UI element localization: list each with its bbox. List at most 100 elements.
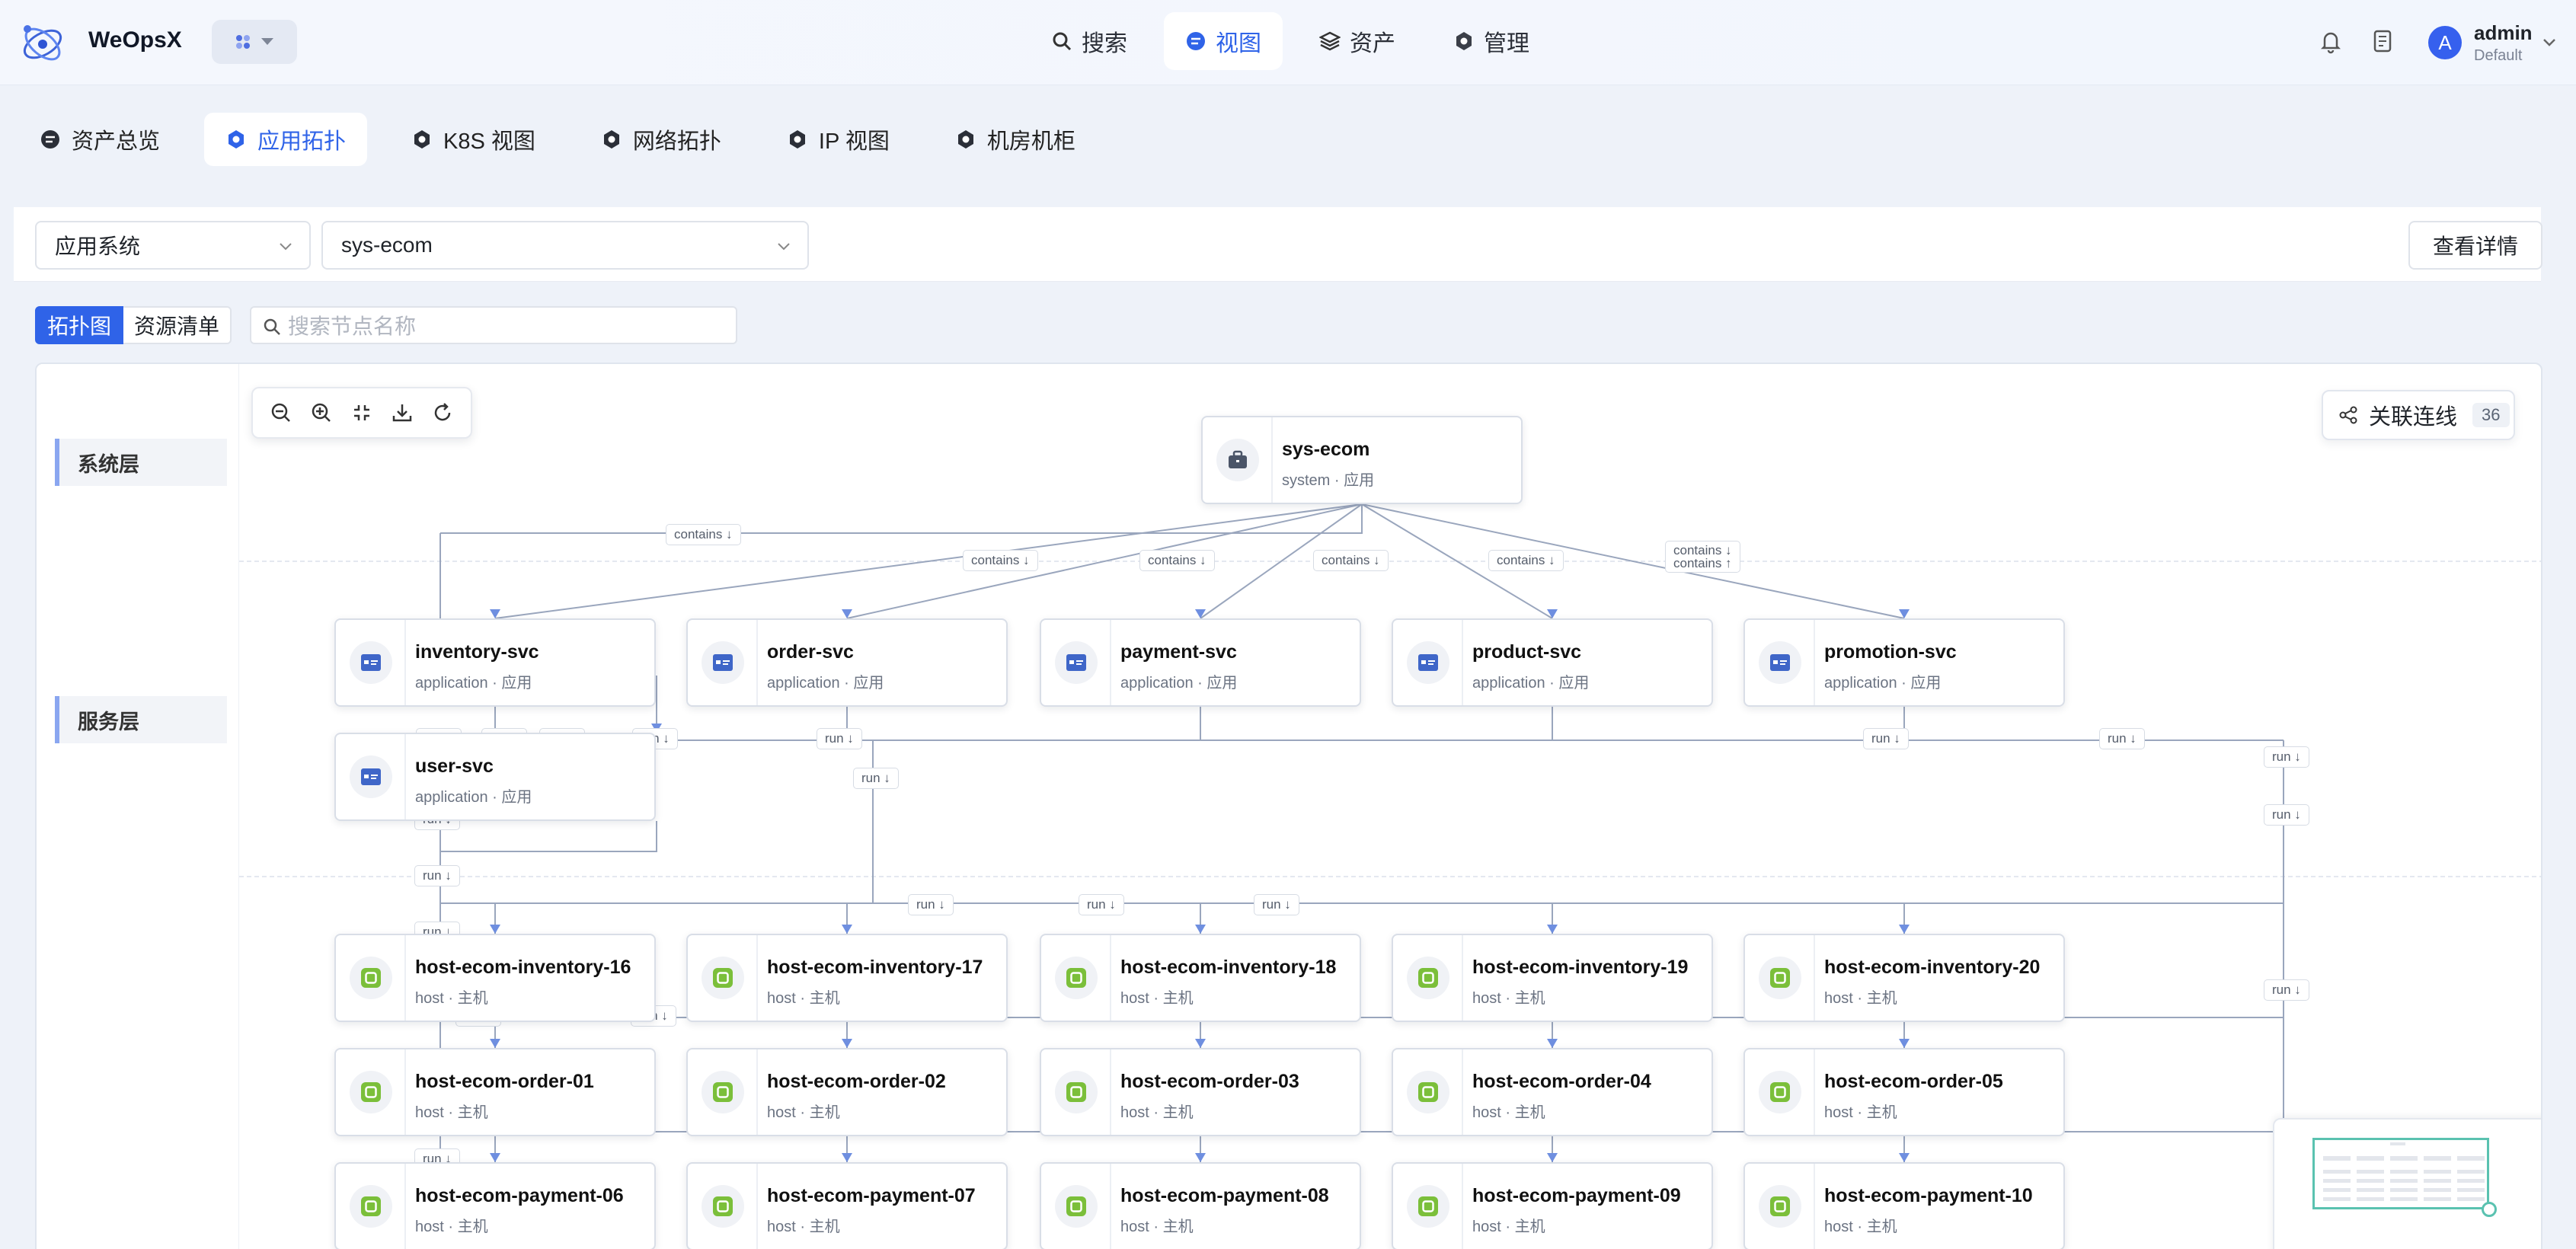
host-icon (350, 1071, 392, 1113)
node-title: payment-svc (1120, 641, 1237, 663)
node-service-product-svc[interactable]: product-svc application · 应用 (1392, 618, 1713, 707)
node-host-host-ecom-payment-10[interactable]: host-ecom-payment-10 host · 主机 (1743, 1162, 2065, 1249)
edge-label: run ↓ (1863, 728, 1909, 749)
node-service-payment-svc[interactable]: payment-svc application · 应用 (1040, 618, 1361, 707)
node-host-host-ecom-inventory-17[interactable]: host-ecom-inventory-17 host · 主机 (686, 934, 1008, 1022)
node-divider (404, 935, 406, 1021)
search-icon (264, 318, 280, 335)
weopsx-logo-icon[interactable] (17, 18, 69, 67)
avatar[interactable]: A (2428, 26, 2462, 59)
edge-label: contains ↓ (1139, 550, 1215, 571)
relation-lines-button[interactable]: 关联连线 36 (2322, 390, 2515, 440)
top-bar: WeOpsX 搜索 视图 资产 管理 A admin Default (0, 0, 2576, 85)
user-name[interactable]: admin (2474, 21, 2533, 45)
nav-view[interactable]: 视图 (1164, 12, 1283, 70)
node-service-promotion-svc[interactable]: promotion-svc application · 应用 (1743, 618, 2065, 707)
zoom-in-icon[interactable] (309, 401, 334, 425)
document-icon[interactable] (2369, 27, 2396, 55)
host-icon (702, 1071, 744, 1113)
minimap[interactable] (2273, 1118, 2541, 1249)
host-icon (1407, 957, 1449, 999)
nav-assets-label: 资产 (1350, 31, 1395, 56)
node-host-host-ecom-inventory-18[interactable]: host-ecom-inventory-18 host · 主机 (1040, 934, 1361, 1022)
node-host-host-ecom-order-03[interactable]: host-ecom-order-03 host · 主机 (1040, 1048, 1361, 1136)
chevron-down-icon[interactable] (2541, 34, 2558, 50)
resource-list-button[interactable]: 资源清单 (123, 306, 232, 344)
node-subtitle: host · 主机 (767, 1219, 840, 1235)
edge-arrow (1195, 925, 1206, 934)
edge-label: contains ↓ (963, 550, 1038, 571)
host-icon (350, 957, 392, 999)
canvas-toolbar (251, 387, 472, 439)
nav-assets[interactable]: 资产 (1298, 12, 1417, 70)
host-icon (1759, 1185, 1801, 1228)
node-divider (404, 620, 406, 705)
download-icon[interactable] (390, 401, 414, 425)
node-title: host-ecom-inventory-17 (767, 957, 983, 978)
node-search-input[interactable]: 搜索节点名称 (250, 306, 737, 344)
edge-arrow (490, 1153, 500, 1162)
zoom-out-icon[interactable] (269, 401, 293, 425)
node-system-sys-ecom[interactable]: sys-ecom system · 应用 (1201, 416, 1523, 504)
system-select[interactable]: sys-ecom (321, 221, 809, 270)
k8s-icon (414, 130, 430, 149)
view-details-button[interactable]: 查看详情 (2408, 221, 2542, 270)
node-divider (404, 1164, 406, 1249)
minimap-viewport[interactable] (2312, 1138, 2489, 1209)
tab-ip-view[interactable]: IP 视图 (765, 113, 911, 166)
tab-datacenter-rack[interactable]: 机房机柜 (934, 113, 1097, 166)
node-service-order-svc[interactable]: order-svc application · 应用 (686, 618, 1008, 707)
edge-arrow (490, 1039, 500, 1048)
bell-icon[interactable] (2317, 27, 2344, 55)
share-icon (2339, 406, 2357, 424)
node-host-host-ecom-payment-06[interactable]: host-ecom-payment-06 host · 主机 (334, 1162, 656, 1249)
node-host-host-ecom-payment-09[interactable]: host-ecom-payment-09 host · 主机 (1392, 1162, 1713, 1249)
node-host-host-ecom-order-05[interactable]: host-ecom-order-05 host · 主机 (1743, 1048, 2065, 1136)
tab-network-topology[interactable]: 网络拓扑 (580, 113, 743, 166)
relation-lines-count: 36 (2472, 403, 2510, 427)
edge-arrow (1195, 1039, 1206, 1048)
node-divider (1814, 1049, 1815, 1135)
tab-app-topology[interactable]: 应用拓扑 (204, 113, 368, 166)
node-host-host-ecom-order-04[interactable]: host-ecom-order-04 host · 主机 (1392, 1048, 1713, 1136)
node-service-user-svc[interactable]: user-svc application · 应用 (334, 733, 656, 821)
nav-search-label: 搜索 (1082, 31, 1127, 56)
node-title: host-ecom-payment-08 (1120, 1185, 1329, 1206)
node-host-host-ecom-inventory-16[interactable]: host-ecom-inventory-16 host · 主机 (334, 934, 656, 1022)
node-host-host-ecom-payment-08[interactable]: host-ecom-payment-08 host · 主机 (1040, 1162, 1361, 1249)
node-host-host-ecom-order-02[interactable]: host-ecom-order-02 host · 主机 (686, 1048, 1008, 1136)
application-icon (350, 755, 392, 798)
node-title: host-ecom-order-04 (1472, 1071, 1651, 1092)
filter-bar: 应用系统 sys-ecom 查看详情 (14, 207, 2542, 282)
minimap-resize-handle[interactable] (2482, 1202, 2497, 1217)
refresh-icon[interactable] (430, 401, 455, 425)
node-host-host-ecom-inventory-19[interactable]: host-ecom-inventory-19 host · 主机 (1392, 934, 1713, 1022)
system-select-value: sys-ecom (341, 233, 433, 257)
node-host-host-ecom-payment-07[interactable]: host-ecom-payment-07 host · 主机 (686, 1162, 1008, 1249)
node-host-host-ecom-inventory-20[interactable]: host-ecom-inventory-20 host · 主机 (1743, 934, 2065, 1022)
tab-k8s-view[interactable]: K8S 视图 (390, 113, 557, 166)
type-select[interactable]: 应用系统 (35, 221, 311, 270)
topology-canvas[interactable]: 系统层 服务层 contains ↓ contains ↓ contains ↓ co… (35, 363, 2542, 1249)
briefcase-icon (1216, 439, 1259, 481)
host-icon (1759, 957, 1801, 999)
edge-arrow (1899, 1039, 1910, 1048)
fit-view-icon[interactable] (350, 401, 374, 425)
node-divider (404, 734, 406, 819)
nav-search[interactable]: 搜索 (1030, 12, 1149, 70)
topology-view-button[interactable]: 拓扑图 (35, 306, 124, 344)
nav-manage[interactable]: 管理 (1432, 12, 1551, 70)
node-host-host-ecom-order-01[interactable]: host-ecom-order-01 host · 主机 (334, 1048, 656, 1136)
host-icon (1055, 1185, 1098, 1228)
edge-arrow (1195, 1153, 1206, 1162)
application-icon (1055, 641, 1098, 684)
edge-label: run ↓ (414, 865, 460, 886)
edge-label: run ↓ (1079, 894, 1124, 915)
edge-label: run ↓ (2264, 746, 2309, 768)
tab-asset-overview[interactable]: 资产总览 (18, 113, 181, 166)
node-service-inventory-svc[interactable]: inventory-svc application · 应用 (334, 618, 656, 707)
network-icon (603, 130, 619, 149)
node-subtitle: host · 主机 (1120, 1219, 1194, 1235)
app-switcher-button[interactable] (212, 20, 297, 64)
edge-arrow (490, 609, 500, 618)
